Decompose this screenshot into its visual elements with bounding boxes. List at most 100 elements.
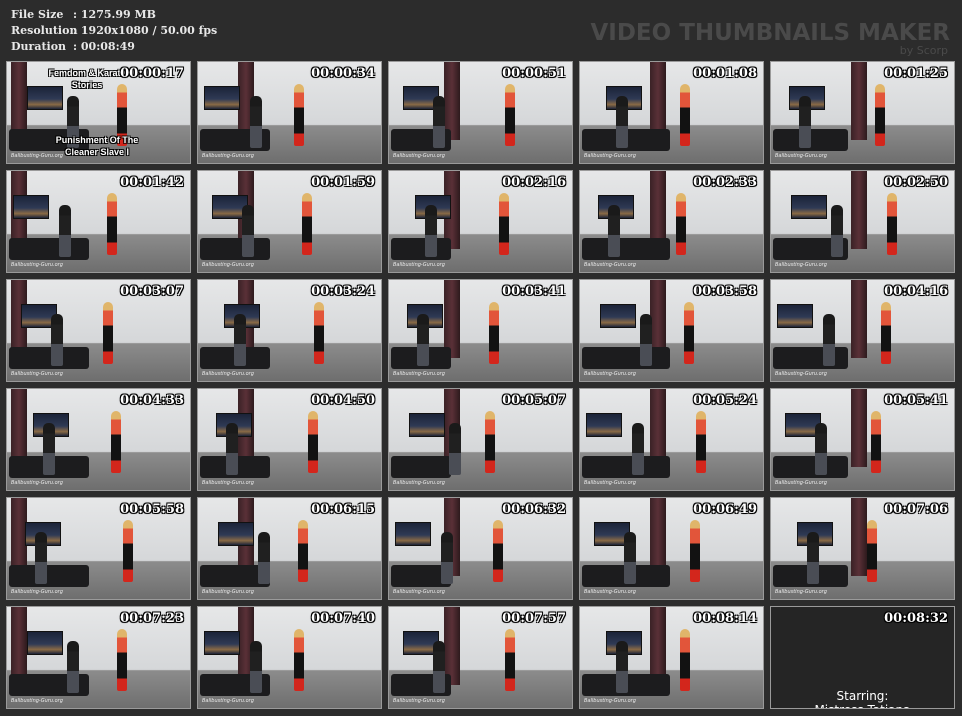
thumbnail-frame[interactable]: Ballbusting-Guru.org 00:06:15 — [197, 497, 382, 600]
timestamp-label: 00:04:50 — [311, 393, 375, 408]
wall-painting-graphic — [791, 195, 827, 219]
timestamp-label: 00:05:41 — [884, 393, 948, 408]
wall-painting-graphic — [586, 413, 622, 437]
thumbnail-frame[interactable]: Ballbusting-Guru.org 00:06:49 — [579, 497, 764, 600]
person-figure — [887, 193, 897, 255]
thumbnail-frame[interactable]: Ballbusting-Guru.org 00:01:42 — [6, 170, 191, 273]
thumbnail-grid: Ballbusting-Guru.org Femdom & Karate Stori… — [6, 61, 958, 714]
resolution-label: Resolution — [11, 24, 78, 37]
wall-painting-graphic — [204, 631, 240, 655]
person-figure — [881, 302, 891, 364]
timestamp-label: 00:05:58 — [120, 502, 184, 517]
person-figure — [417, 314, 429, 366]
title-line: Cleaner Slave I — [64, 147, 130, 157]
thumbnail-frame[interactable]: Ballbusting-Guru.org 00:00:34 — [197, 61, 382, 164]
file-info-panel: File Size: 1275.99 MB Resolution: 1920x1… — [11, 7, 217, 55]
curtain-graphic — [851, 171, 867, 249]
starring-label: Starring: — [836, 689, 889, 703]
timestamp-label: 00:07:23 — [120, 611, 184, 626]
person-figure — [831, 205, 843, 257]
thumbnail-frame[interactable]: Ballbusting-Guru.org 00:03:41 — [388, 279, 573, 382]
person-figure — [690, 520, 700, 582]
thumbnail-frame[interactable]: Ballbusting-Guru.org 00:04:33 — [6, 388, 191, 491]
watermark-title: VIDEO THUMBNAILS MAKER — [590, 20, 950, 46]
wall-painting-graphic — [409, 413, 445, 437]
thumbnail-frame[interactable]: Ballbusting-Guru.org 00:01:08 — [579, 61, 764, 164]
timestamp-label: 00:02:16 — [502, 175, 566, 190]
title-line: Punishment Of The — [55, 135, 139, 145]
thumbnail-frame[interactable]: Ballbusting-Guru.org 00:07:23 — [6, 606, 191, 709]
person-figure — [117, 629, 127, 691]
thumbnail-frame[interactable]: Ballbusting-Guru.org 00:03:24 — [197, 279, 382, 382]
timestamp-label: 00:05:24 — [693, 393, 757, 408]
sofa-graphic — [773, 347, 848, 369]
thumbnail-frame[interactable]: Ballbusting-Guru.org 00:04:50 — [197, 388, 382, 491]
person-figure — [103, 302, 113, 364]
thumbnail-frame[interactable]: Ballbusting-Guru.org 00:08:14 — [579, 606, 764, 709]
duration-row: Duration: 00:08:49 — [11, 39, 217, 55]
timestamp-label: 00:02:33 — [693, 175, 757, 190]
person-figure — [632, 423, 644, 475]
site-watermark: Ballbusting-Guru.org — [775, 153, 827, 159]
thumbnail-frame[interactable]: Ballbusting-Guru.org 00:02:16 — [388, 170, 573, 273]
person-figure — [505, 84, 515, 146]
resolution-value: : 1920x1080 / 50.00 fps — [73, 24, 218, 37]
person-figure — [302, 193, 312, 255]
person-figure — [608, 205, 620, 257]
file-size-value: : 1275.99 MB — [73, 8, 156, 21]
thumbnail-frame[interactable]: Ballbusting-Guru.org 00:01:59 — [197, 170, 382, 273]
thumbnail-frame[interactable]: Ballbusting-Guru.org 00:04:16 — [770, 279, 955, 382]
person-figure — [676, 193, 686, 255]
site-watermark: Ballbusting-Guru.org — [11, 371, 63, 377]
thumbnail-frame[interactable]: Ballbusting-Guru.org 00:02:50 — [770, 170, 955, 273]
timestamp-label: 00:01:08 — [693, 66, 757, 81]
thumbnail-frame[interactable]: Ballbusting-Guru.org 00:06:32 — [388, 497, 573, 600]
starring-name: Mistress Tatiana — [771, 703, 954, 708]
curtain-graphic — [851, 280, 867, 358]
site-watermark: Ballbusting-Guru.org — [393, 371, 445, 377]
person-figure — [294, 629, 304, 691]
timestamp-label: 00:06:15 — [311, 502, 375, 517]
wall-painting-graphic — [204, 86, 240, 110]
person-figure — [616, 96, 628, 148]
thumbnail-frame[interactable]: Starring:Mistress Tatiana 00:08:32 — [770, 606, 955, 709]
thumbnail-frame[interactable]: Ballbusting-Guru.org 00:05:24 — [579, 388, 764, 491]
timestamp-label: 00:07:40 — [311, 611, 375, 626]
thumbnail-frame[interactable]: Ballbusting-Guru.org 00:05:58 — [6, 497, 191, 600]
timestamp-label: 00:05:07 — [502, 393, 566, 408]
timestamp-label: 00:06:32 — [502, 502, 566, 517]
person-figure — [258, 532, 270, 584]
site-watermark: Ballbusting-Guru.org — [202, 480, 254, 486]
person-figure — [815, 423, 827, 475]
timestamp-label: 00:00:17 — [120, 66, 184, 81]
thumbnail-frame[interactable]: Ballbusting-Guru.org 00:05:07 — [388, 388, 573, 491]
timestamp-label: 00:02:50 — [884, 175, 948, 190]
thumbnail-frame[interactable]: Ballbusting-Guru.org 00:07:57 — [388, 606, 573, 709]
timestamp-label: 00:03:24 — [311, 284, 375, 299]
thumbnail-frame[interactable]: Ballbusting-Guru.org 00:03:58 — [579, 279, 764, 382]
thumbnail-frame[interactable]: Ballbusting-Guru.org 00:03:07 — [6, 279, 191, 382]
wall-painting-graphic — [218, 522, 254, 546]
timestamp-label: 00:01:42 — [120, 175, 184, 190]
thumbnail-frame[interactable]: Ballbusting-Guru.org 00:07:06 — [770, 497, 955, 600]
timestamp-label: 00:01:25 — [884, 66, 948, 81]
thumbnail-frame[interactable]: Ballbusting-Guru.org 00:00:51 — [388, 61, 573, 164]
timestamp-label: 00:08:32 — [884, 611, 948, 626]
person-figure — [680, 629, 690, 691]
thumbnail-frame[interactable]: Ballbusting-Guru.org 00:01:25 — [770, 61, 955, 164]
person-figure — [489, 302, 499, 364]
thumbnail-frame[interactable]: Ballbusting-Guru.org 00:02:33 — [579, 170, 764, 273]
person-figure — [59, 205, 71, 257]
person-figure — [449, 423, 461, 475]
thumbnail-frame[interactable]: Ballbusting-Guru.org 00:05:41 — [770, 388, 955, 491]
duration-label: Duration — [11, 40, 67, 53]
sofa-graphic — [391, 456, 451, 478]
site-watermark: Ballbusting-Guru.org — [11, 698, 63, 704]
title-overlay-top: Femdom & Karate Stories — [47, 67, 127, 91]
site-watermark: Ballbusting-Guru.org — [202, 153, 254, 159]
thumbnail-frame[interactable]: Ballbusting-Guru.org 00:07:40 — [197, 606, 382, 709]
timestamp-label: 00:04:16 — [884, 284, 948, 299]
person-figure — [294, 84, 304, 146]
thumbnail-frame[interactable]: Ballbusting-Guru.org Femdom & Karate Stori… — [6, 61, 191, 164]
timestamp-label: 00:04:33 — [120, 393, 184, 408]
